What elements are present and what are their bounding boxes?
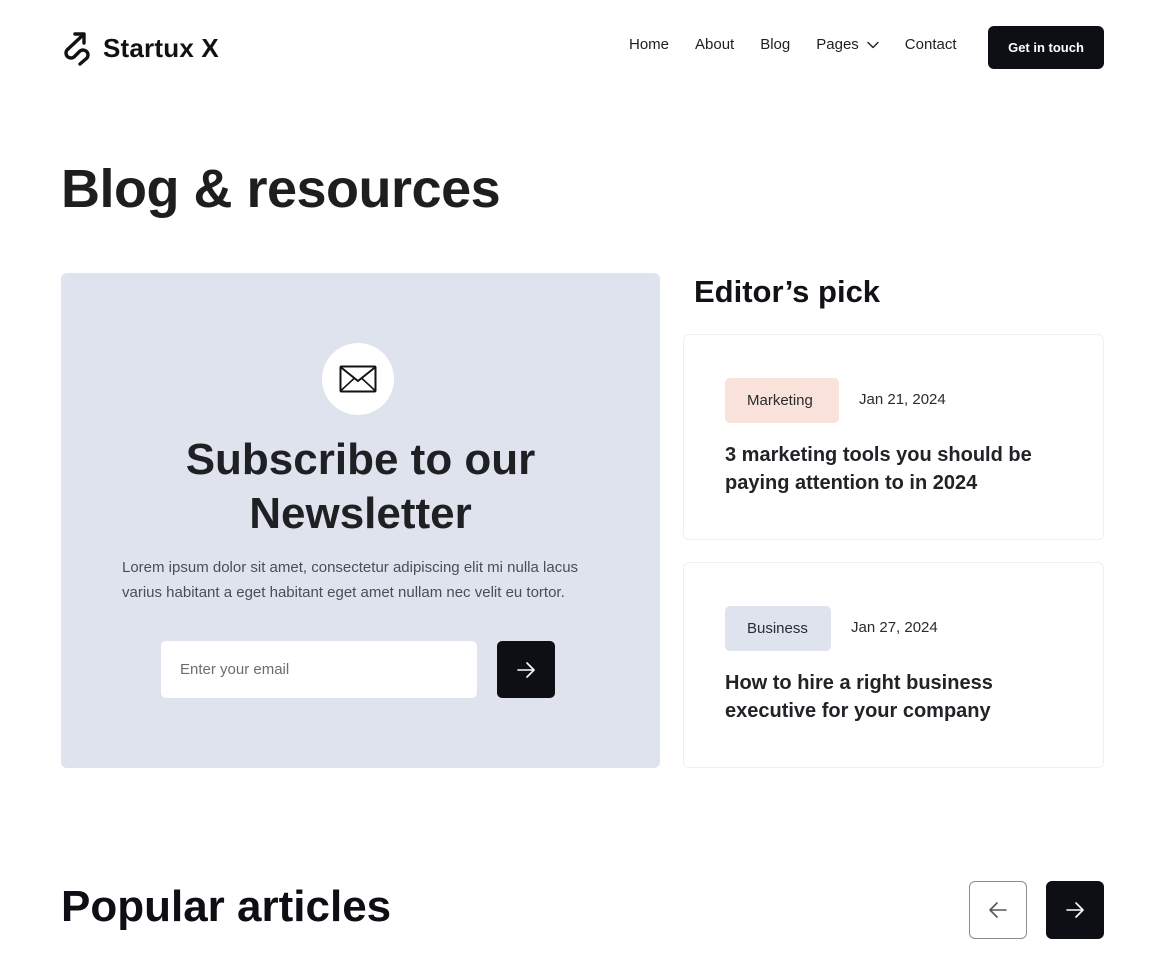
editors-pick-card[interactable]: Business Jan 27, 2024 How to hire a righ… xyxy=(683,562,1104,768)
nav-pages-dropdown[interactable]: Pages xyxy=(816,36,879,53)
editors-pick-card[interactable]: Marketing Jan 21, 2024 3 marketing tools… xyxy=(683,334,1104,540)
nav-contact[interactable]: Contact xyxy=(905,36,957,53)
chevron-down-icon xyxy=(867,41,879,48)
newsletter-title-line1: Subscribe to our xyxy=(185,435,536,484)
arrow-right-icon xyxy=(517,661,535,678)
subscribe-submit-button[interactable] xyxy=(497,641,555,698)
newsletter-description: Lorem ipsum dolor sit amet, consectetur … xyxy=(122,559,579,601)
get-in-touch-button[interactable]: Get in touch xyxy=(988,26,1104,69)
article-date: Jan 21, 2024 xyxy=(859,391,946,408)
site-header: Startux X Home About Blog Pages Contact … xyxy=(0,0,1164,96)
arrow-left-icon xyxy=(989,902,1007,918)
page-title: Blog & resources xyxy=(61,159,501,219)
envelope-icon xyxy=(339,365,377,393)
category-tag[interactable]: Marketing xyxy=(725,378,839,423)
main-nav: Home About Blog Pages Contact xyxy=(629,36,957,53)
nav-pages-label: Pages xyxy=(816,36,859,53)
newsletter-title: Subscribe to our Newsletter xyxy=(61,433,660,541)
logo-icon xyxy=(64,32,90,66)
newsletter-title-line2: Newsletter xyxy=(249,489,472,538)
category-tag[interactable]: Business xyxy=(725,606,831,651)
brand-name: Startux X xyxy=(103,32,219,63)
newsletter-panel: Subscribe to our Newsletter Lorem ipsum … xyxy=(61,273,660,768)
article-title[interactable]: How to hire a right business executive f… xyxy=(725,669,1055,725)
nav-blog[interactable]: Blog xyxy=(760,36,790,53)
envelope-badge xyxy=(322,343,394,415)
arrow-right-icon xyxy=(1066,902,1084,918)
brand-logo[interactable]: Startux X xyxy=(61,30,219,66)
nav-home[interactable]: Home xyxy=(629,36,669,53)
article-date: Jan 27, 2024 xyxy=(851,619,938,636)
nav-about[interactable]: About xyxy=(695,36,734,53)
email-input[interactable] xyxy=(161,641,477,698)
carousel-prev-button[interactable] xyxy=(969,881,1027,939)
editors-pick-title: Editor’s pick xyxy=(694,274,881,309)
popular-articles-title: Popular articles xyxy=(61,882,392,931)
carousel-next-button[interactable] xyxy=(1046,881,1104,939)
article-title[interactable]: 3 marketing tools you should be paying a… xyxy=(725,441,1055,497)
